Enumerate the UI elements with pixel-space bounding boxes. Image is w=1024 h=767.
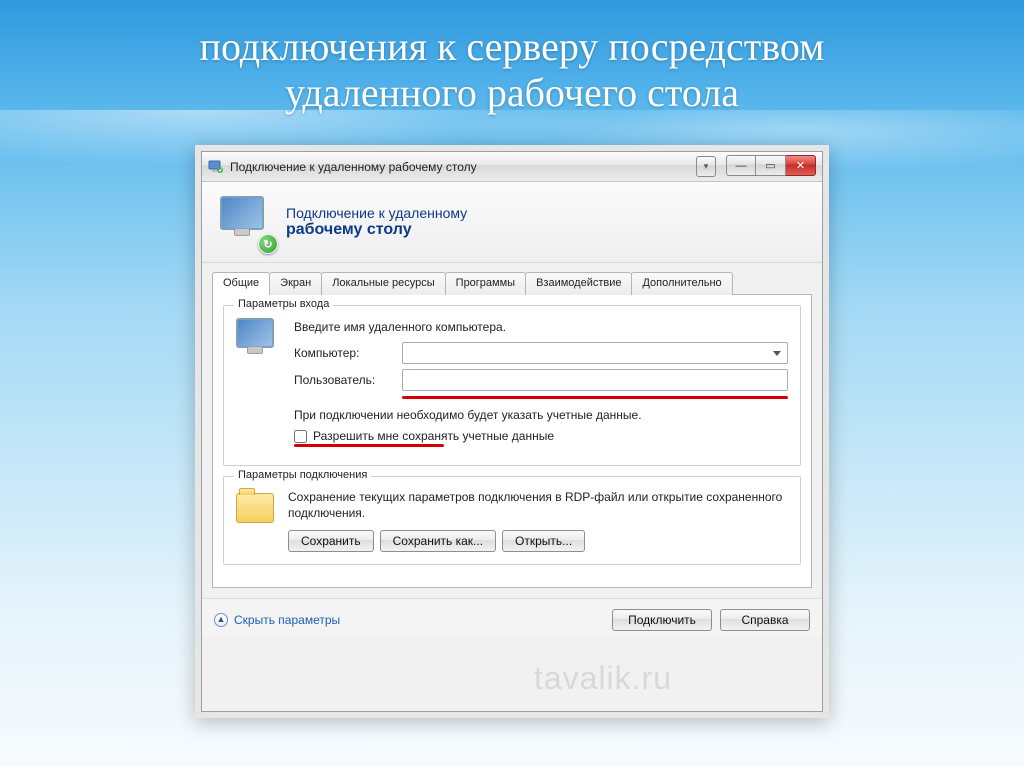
connection-group-legend: Параметры подключения: [234, 469, 371, 481]
slide-title: подключения к серверу посредством удален…: [0, 24, 1024, 116]
open-button[interactable]: Открыть...: [502, 530, 585, 552]
slide-title-l2: удаленного рабочего стола: [285, 70, 739, 115]
hide-options-link[interactable]: ▲ Скрыть параметры: [214, 613, 340, 627]
tab-experience[interactable]: Взаимодействие: [525, 272, 632, 295]
tab-programs[interactable]: Программы: [445, 272, 526, 295]
connect-button[interactable]: Подключить: [612, 609, 712, 631]
tab-panel-general: Параметры входа Введите имя удаленного к…: [212, 294, 812, 588]
user-label: Пользователь:: [294, 373, 394, 387]
tab-display[interactable]: Экран: [269, 272, 322, 295]
chevron-up-icon: ▲: [214, 613, 228, 627]
connection-group: Параметры подключения Сохранение текущих…: [223, 476, 801, 564]
titlebar-dropdown-button[interactable]: ▾: [696, 156, 716, 177]
rdp-icon: [208, 159, 224, 175]
highlight-checkbox: [294, 444, 444, 447]
header-line1: Подключение к удаленному: [286, 205, 467, 221]
slide-title-l1: подключения к серверу посредством: [200, 24, 825, 69]
computer-combobox[interactable]: [402, 342, 788, 364]
tab-local-resources[interactable]: Локальные ресурсы: [321, 272, 445, 295]
save-button[interactable]: Сохранить: [288, 530, 374, 552]
login-group: Параметры входа Введите имя удаленного к…: [223, 305, 801, 466]
titlebar[interactable]: Подключение к удаленному рабочему столу …: [202, 152, 822, 182]
login-hint: Введите имя удаленного компьютера.: [294, 320, 788, 334]
watermark: tavalik.ru: [534, 660, 672, 697]
connection-text: Сохранение текущих параметров подключени…: [288, 489, 788, 521]
bottom-bar: ▲ Скрыть параметры Подключить Справка: [202, 598, 822, 637]
folder-icon: [236, 493, 274, 523]
login-note: При подключении необходимо будет указать…: [294, 407, 788, 423]
maximize-button[interactable]: ▭: [756, 155, 786, 176]
save-as-button[interactable]: Сохранить как...: [380, 530, 496, 552]
remote-desktop-icon: ↻: [220, 196, 272, 248]
computer-icon: [236, 318, 280, 370]
computer-label: Компьютер:: [294, 346, 394, 360]
tab-advanced[interactable]: Дополнительно: [631, 272, 732, 295]
screenshot-frame: Подключение к удаленному рабочему столу …: [195, 145, 829, 718]
user-field[interactable]: [402, 369, 788, 391]
header-line2: рабочему столу: [286, 221, 467, 239]
help-button[interactable]: Справка: [720, 609, 810, 631]
close-button[interactable]: ✕: [786, 155, 816, 176]
highlight-user: [402, 396, 788, 399]
minimize-button[interactable]: —: [726, 155, 756, 176]
rdp-window: Подключение к удаленному рабочему столу …: [201, 151, 823, 712]
dialog-header: ↻ Подключение к удаленному рабочему стол…: [202, 182, 822, 263]
tab-general[interactable]: Общие: [212, 272, 270, 295]
window-title: Подключение к удаленному рабочему столу: [230, 160, 477, 174]
save-credentials-checkbox[interactable]: [294, 430, 307, 443]
hide-options-label: Скрыть параметры: [234, 613, 340, 627]
tabs: Общие Экран Локальные ресурсы Программы …: [212, 271, 812, 294]
save-credentials-label: Разрешить мне сохранять учетные данные: [313, 429, 554, 443]
login-group-legend: Параметры входа: [234, 298, 333, 310]
